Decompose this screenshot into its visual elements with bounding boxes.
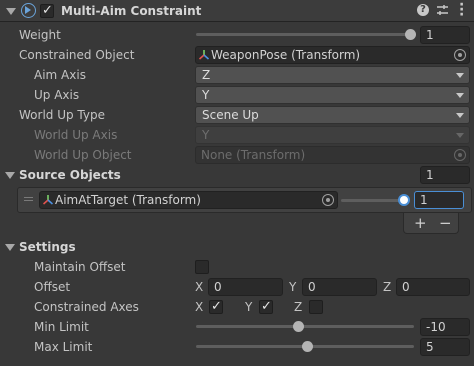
source-objects-count-field[interactable]: 1	[420, 166, 470, 184]
max-limit-row: Max Limit 5	[0, 337, 474, 357]
source-weight-slider-thumb[interactable]	[398, 194, 410, 206]
offset-z-field[interactable]: 0	[396, 278, 470, 296]
presets-icon[interactable]	[436, 4, 449, 17]
world-up-axis-row: World Up Axis Y	[0, 125, 474, 145]
maintain-offset-label: Maintain Offset	[34, 260, 126, 274]
aim-axis-value: Z	[202, 68, 211, 82]
aim-axis-label: Aim Axis	[34, 68, 86, 82]
settings-label: Settings	[19, 240, 76, 254]
axis-x-checkbox[interactable]: ✓	[209, 299, 223, 314]
maintain-offset-checkbox[interactable]	[195, 260, 209, 274]
aim-axis-dropdown[interactable]: Z	[195, 66, 470, 84]
offset-y-label: Y	[289, 280, 297, 294]
check-icon: ✓	[211, 299, 222, 314]
settings-header: Settings	[0, 237, 474, 257]
weight-slider-thumb[interactable]	[405, 29, 416, 40]
constrained-object-row: Constrained Object WeaponPose (Transform…	[0, 45, 474, 65]
world-up-type-row: World Up Type Scene Up	[0, 105, 474, 125]
world-up-object-field: None (Transform)	[195, 146, 470, 164]
object-picker-icon	[454, 149, 466, 161]
axis-z-checkbox[interactable]	[309, 300, 323, 314]
chevron-down-icon	[456, 73, 464, 78]
source-objects-foldout-icon[interactable]	[5, 172, 15, 179]
drag-handle-icon[interactable]	[24, 197, 33, 198]
world-up-type-label: World Up Type	[19, 108, 105, 122]
world-up-object-value: None (Transform)	[201, 148, 306, 162]
axis-z-label: Z	[294, 300, 303, 314]
offset-label: Offset	[34, 280, 71, 294]
chevron-down-icon	[456, 93, 464, 98]
world-up-object-row: World Up Object None (Transform)	[0, 145, 474, 165]
chevron-down-icon	[456, 133, 464, 138]
source-object-value: AimAtTarget (Transform)	[55, 193, 201, 207]
weight-field[interactable]: 1	[420, 26, 470, 44]
up-axis-value: Y	[202, 88, 210, 102]
world-up-type-value: Scene Up	[202, 108, 259, 122]
min-limit-row: Min Limit -10	[0, 317, 474, 337]
aim-axis-row: Aim Axis Z	[0, 65, 474, 85]
source-weight-field[interactable]: 1	[414, 191, 464, 209]
check-icon: ✓	[42, 3, 53, 18]
transform-icon	[199, 50, 209, 60]
offset-z-label: Z	[383, 280, 392, 294]
weight-label: Weight	[19, 28, 61, 42]
min-limit-field[interactable]: -10	[420, 318, 470, 336]
component-foldout-icon[interactable]	[6, 8, 16, 15]
constrained-object-label: Constrained Object	[19, 48, 135, 62]
object-picker-icon[interactable]	[454, 49, 466, 61]
world-up-axis-label: World Up Axis	[34, 128, 118, 142]
constrained-object-field[interactable]: WeaponPose (Transform)	[195, 46, 470, 64]
settings-foldout-icon[interactable]	[5, 244, 15, 251]
offset-y-field[interactable]: 0	[302, 278, 377, 296]
offset-x-field[interactable]: 0	[208, 278, 283, 296]
source-weight-slider-track[interactable]	[341, 199, 406, 202]
component-header: ✓ Multi-Aim Constraint ? · · ·	[0, 0, 474, 22]
source-objects-header: Source Objects 1	[0, 165, 474, 185]
maintain-offset-row: Maintain Offset	[0, 257, 474, 277]
constrained-axes-label: Constrained Axes	[34, 300, 139, 314]
world-up-type-dropdown[interactable]: Scene Up	[195, 106, 470, 124]
min-limit-slider-thumb[interactable]	[293, 321, 304, 332]
min-limit-slider-track[interactable]	[196, 325, 414, 328]
component-enabled-checkbox[interactable]: ✓	[40, 3, 54, 18]
constrained-axes-row: Constrained Axes X ✓ Y ✓ Z	[0, 297, 474, 317]
check-icon: ✓	[261, 299, 272, 314]
max-limit-slider-thumb[interactable]	[302, 341, 313, 352]
more-icon[interactable]: · · ·	[459, 0, 464, 22]
axis-y-checkbox[interactable]: ✓	[259, 299, 273, 314]
world-up-axis-dropdown: Y	[195, 126, 470, 144]
component-title: Multi-Aim Constraint	[61, 4, 202, 18]
source-objects-list: AimAtTarget (Transform) 1	[17, 187, 472, 213]
up-axis-label: Up Axis	[34, 88, 80, 102]
up-axis-dropdown[interactable]: Y	[195, 86, 470, 104]
constraint-component-icon	[21, 3, 36, 18]
constrained-object-value: WeaponPose (Transform)	[211, 48, 361, 62]
axis-y-label: Y	[245, 300, 253, 314]
transform-icon	[43, 195, 53, 205]
help-icon[interactable]: ?	[417, 4, 429, 16]
source-objects-label: Source Objects	[19, 168, 121, 182]
remove-item-button[interactable]: −	[439, 214, 452, 232]
source-object-field[interactable]: AimAtTarget (Transform)	[39, 191, 338, 209]
offset-row: Offset X 0 Y 0 Z 0	[0, 277, 474, 297]
weight-slider-track[interactable]	[196, 33, 411, 36]
list-footer: + −	[403, 213, 459, 234]
axis-x-label: X	[195, 300, 204, 314]
world-up-object-label: World Up Object	[34, 148, 132, 162]
up-axis-row: Up Axis Y	[0, 85, 474, 105]
world-up-axis-value: Y	[202, 128, 210, 142]
weight-row: Weight 1	[0, 25, 474, 45]
max-limit-label: Max Limit	[34, 340, 93, 354]
chevron-down-icon	[456, 113, 464, 118]
add-item-button[interactable]: +	[414, 214, 427, 232]
max-limit-field[interactable]: 5	[420, 338, 470, 356]
object-picker-icon[interactable]	[322, 194, 334, 206]
min-limit-label: Min Limit	[34, 320, 89, 334]
offset-x-label: X	[195, 280, 204, 294]
